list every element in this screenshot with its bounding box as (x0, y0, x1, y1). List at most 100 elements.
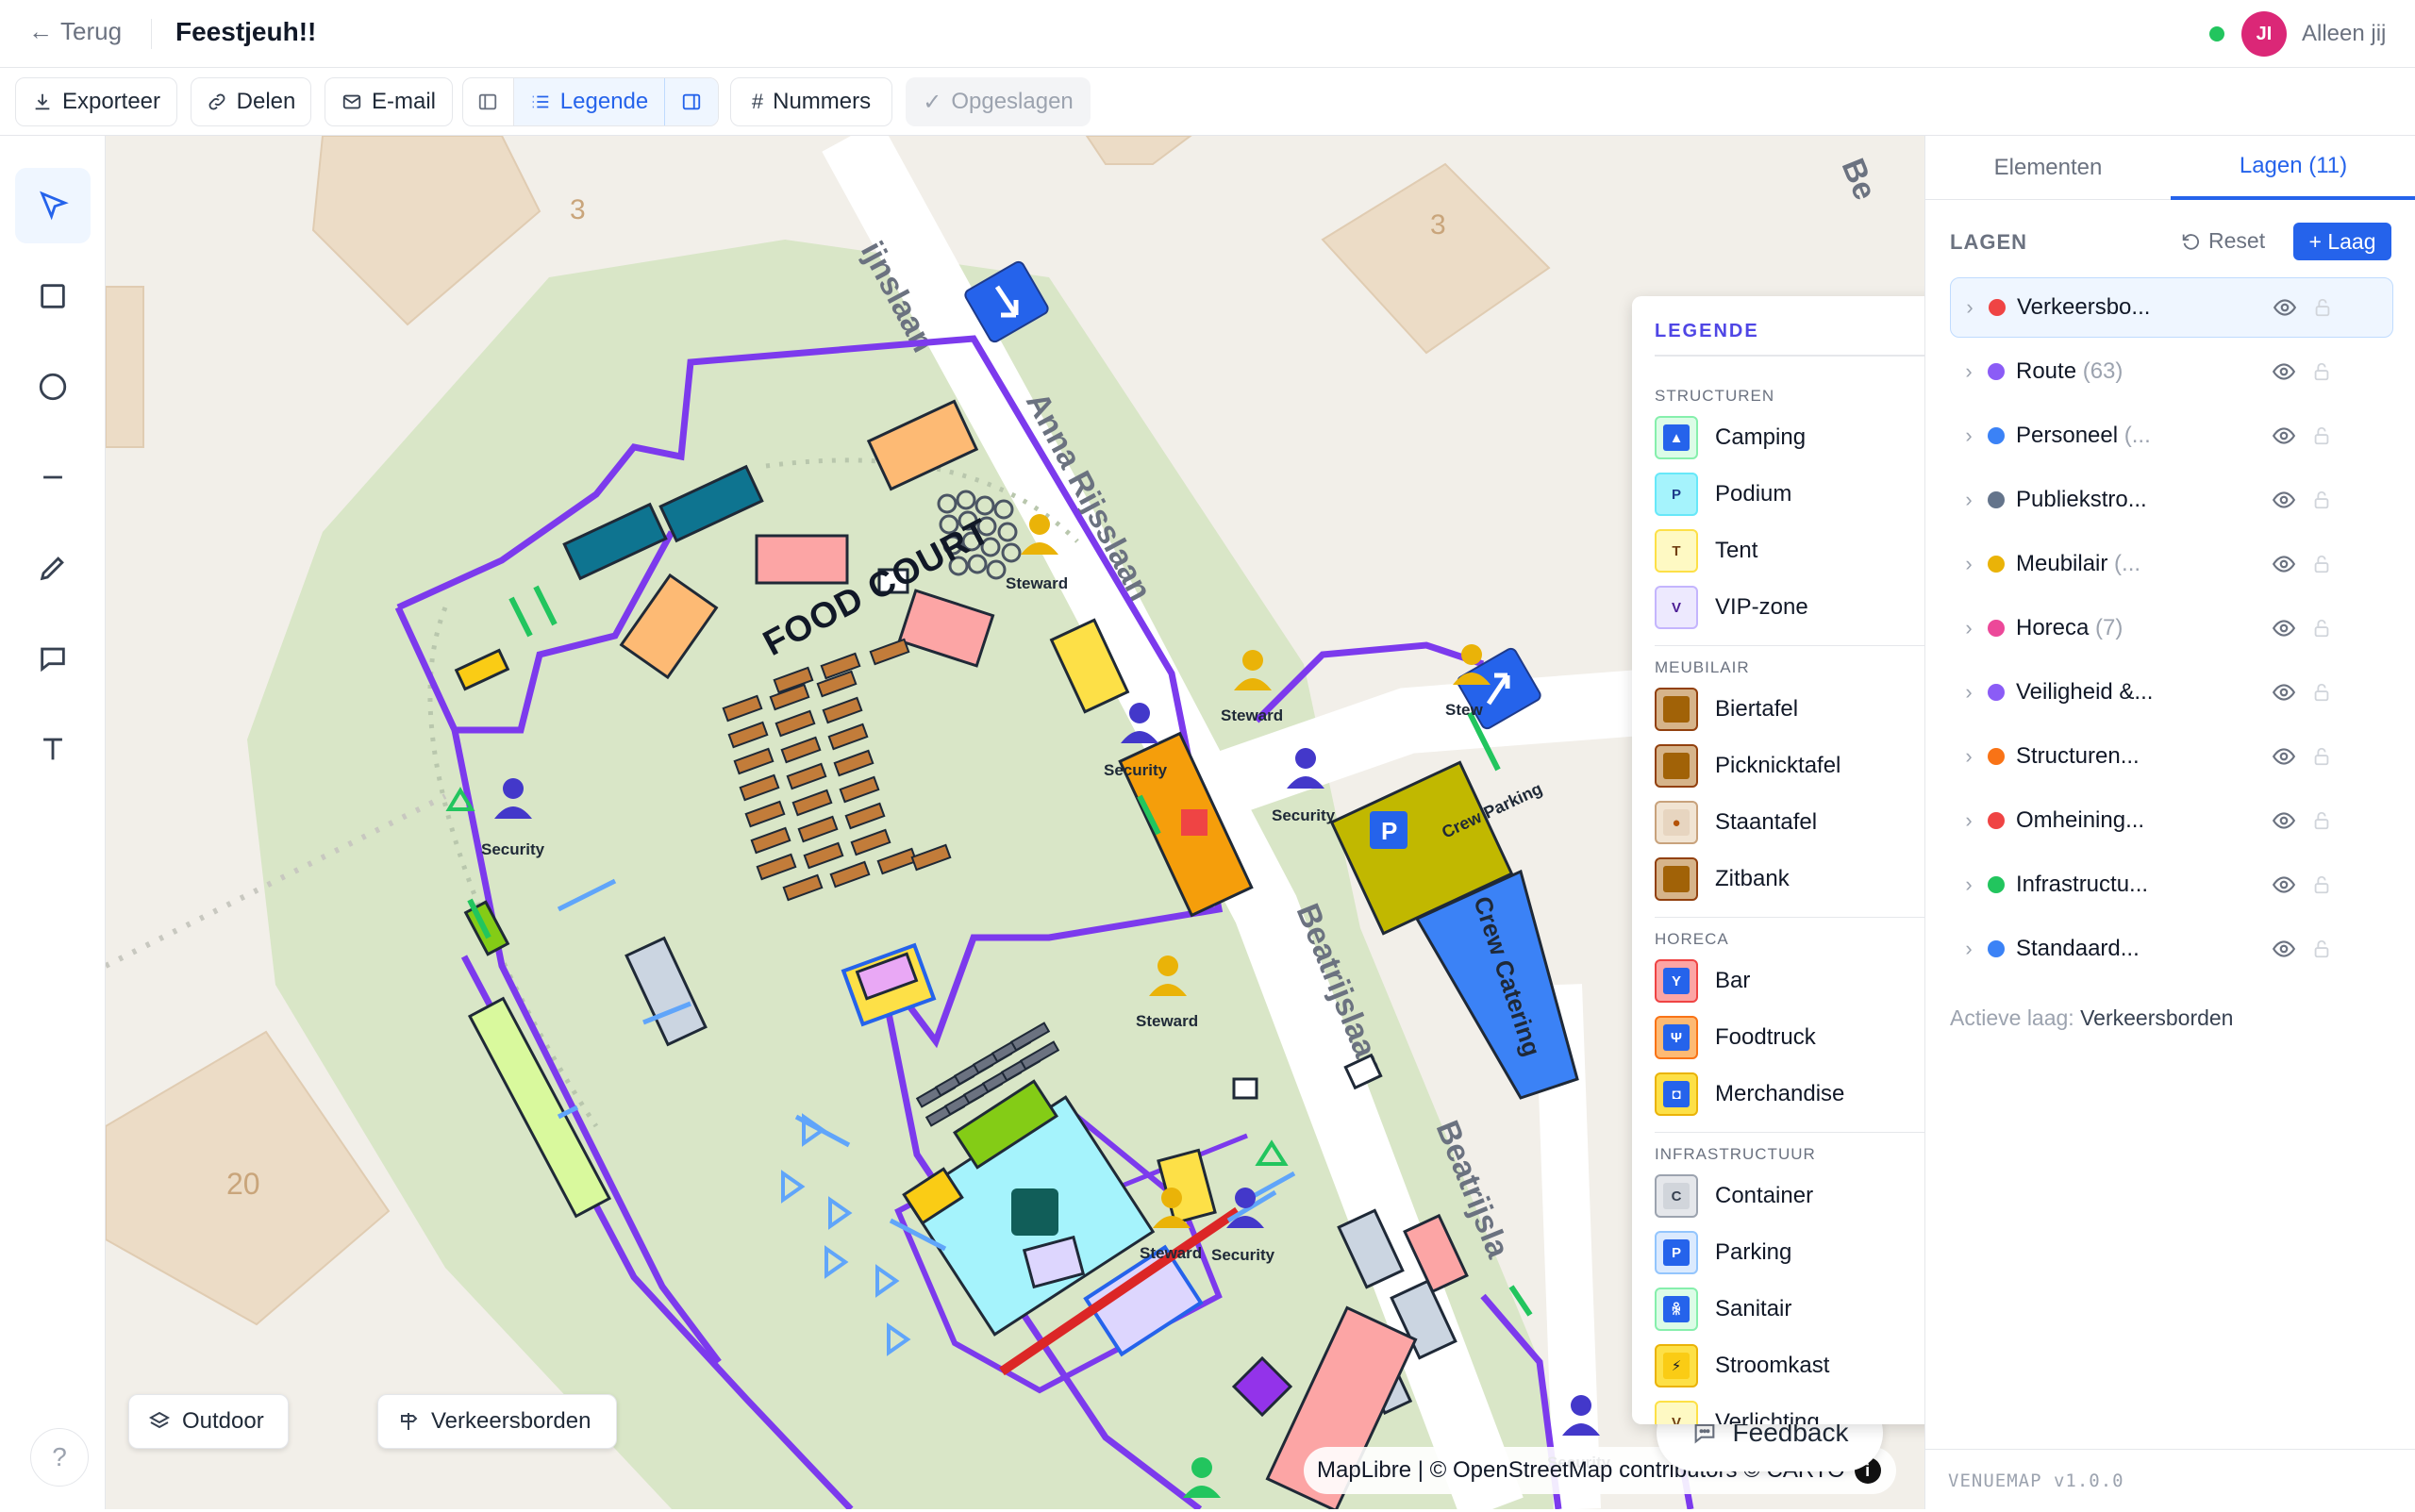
circle-tool-button[interactable] (15, 349, 91, 424)
share-button[interactable]: Delen (191, 77, 311, 126)
layer-row[interactable]: › Personeel (... (1950, 406, 2393, 466)
eye-icon[interactable] (2265, 359, 2303, 384)
legend-item[interactable]: VVIP-zonex2 (1655, 583, 1924, 632)
chevron-right-icon[interactable]: › (1950, 359, 1988, 384)
select-tool-button[interactable] (15, 168, 91, 243)
legend-item[interactable]: P Podium (1655, 470, 1924, 519)
eye-icon[interactable] (2265, 937, 2303, 961)
eye-icon[interactable] (2265, 616, 2303, 640)
layer-row[interactable]: › Verkeersbo... (1950, 277, 2393, 338)
building (1321, 162, 1551, 355)
presence-label: Alleen jij (2302, 21, 2387, 46)
legend-swatch-icon: T (1655, 529, 1698, 573)
container[interactable] (1232, 1077, 1258, 1100)
reset-button[interactable]: Reset (2180, 228, 2265, 254)
bar[interactable] (755, 534, 849, 585)
layer-row[interactable]: › Standaard... (1950, 919, 2393, 979)
layer-name: Verkeersbo... (2017, 294, 2266, 321)
export-button[interactable]: Exporteer (15, 77, 177, 126)
layer-name-text: Publiekstro... (2016, 487, 2147, 512)
layer-row[interactable]: › Publiekstro... (1950, 470, 2393, 530)
layer-row[interactable]: › Route (63) (1950, 341, 2393, 402)
traffic-signs-label: Verkeersborden (431, 1408, 591, 1434)
legend-item[interactable]: Picknicktafelx12 (1655, 741, 1924, 790)
legend-item[interactable]: ꆜSanitairx2 (1655, 1285, 1924, 1334)
avatar[interactable]: JI (2241, 11, 2287, 57)
text-tool-button[interactable] (15, 711, 91, 787)
chevron-right-icon[interactable]: › (1950, 616, 1988, 640)
legend-item[interactable]: CContainerx7 (1655, 1171, 1924, 1221)
legend-item[interactable]: Zitbankx15 (1655, 855, 1924, 904)
chevron-right-icon[interactable]: › (1950, 872, 1988, 897)
legend-item[interactable]: ▲ Camping (1655, 413, 1924, 462)
tab-layers[interactable]: Lagen (11) (2171, 136, 2415, 200)
layer-row[interactable]: › Horeca (7) (1950, 598, 2393, 658)
legend-item[interactable]: PParkingx2 (1655, 1228, 1924, 1277)
chevron-right-icon[interactable]: › (1950, 424, 1988, 448)
chevron-right-icon[interactable]: › (1950, 680, 1988, 705)
chevron-right-icon[interactable]: › (1950, 808, 1988, 833)
line-tool-button[interactable] (15, 440, 91, 515)
legend-item[interactable]: Biertafelx6 (1655, 685, 1924, 734)
lock-icon[interactable] (2303, 682, 2340, 703)
email-button[interactable]: E-mail (325, 77, 453, 126)
layer-row[interactable]: › Veiligheid &... (1950, 662, 2393, 723)
layer-color-dot (1988, 491, 2005, 508)
eye-icon[interactable] (2265, 488, 2303, 512)
map-canvas[interactable]: 3 3 20 ijnslaan Anna Rijsslaan Beatrijsl… (106, 136, 1924, 1509)
lock-icon[interactable] (2303, 810, 2340, 831)
chevron-right-icon[interactable]: › (1950, 488, 1988, 512)
legend-item[interactable]: ΨFoodtruckx3 (1655, 1013, 1924, 1062)
layer-row[interactable]: › Infrastructu... (1950, 855, 2393, 915)
add-layer-button[interactable]: + Laag (2293, 223, 2391, 260)
layer-row[interactable]: › Omheining... (1950, 790, 2393, 851)
lock-icon[interactable] (2303, 425, 2340, 446)
lock-icon[interactable] (2303, 554, 2340, 574)
eye-icon[interactable] (2265, 552, 2303, 576)
lock-icon[interactable] (2303, 361, 2340, 382)
legend-swatch-icon: ⚡ (1655, 1344, 1698, 1387)
help-button[interactable]: ? (30, 1428, 89, 1487)
layer-color-dot (1988, 427, 2005, 444)
eye-icon[interactable] (2265, 424, 2303, 448)
pencil-tool-button[interactable] (15, 530, 91, 606)
back-button[interactable]: ← Terug (28, 17, 122, 46)
lock-icon[interactable] (2304, 297, 2341, 318)
eye-icon[interactable] (2266, 295, 2304, 320)
numbers-button[interactable]: # Nummers (730, 77, 892, 126)
legend-glyph: ◘ (1663, 1081, 1690, 1107)
legend-toggle-button[interactable]: Legende (513, 78, 666, 125)
lock-icon[interactable] (2303, 874, 2340, 895)
eye-icon[interactable] (2265, 808, 2303, 833)
traffic-signs-button[interactable]: Verkeersborden (377, 1394, 617, 1449)
rectangle-tool-button[interactable] (15, 258, 91, 334)
chevron-right-icon[interactable]: › (1950, 744, 1988, 769)
chevron-right-icon[interactable]: › (1950, 937, 1988, 961)
legend-item[interactable]: ◘ Merchandise (1655, 1070, 1924, 1119)
eye-icon[interactable] (2265, 744, 2303, 769)
legend-panel[interactable]: LEGENDE STRUCTUREN▲CampingPPodiumTTentx5… (1632, 296, 1924, 1424)
toggle-right-sidebar-button[interactable] (665, 78, 718, 125)
layer-row[interactable]: › Meubilair (... (1950, 534, 2393, 594)
lock-icon[interactable] (2303, 746, 2340, 767)
eye-icon[interactable] (2265, 872, 2303, 897)
chevron-right-icon[interactable]: › (1950, 552, 1988, 576)
comment-tool-button[interactable] (15, 621, 91, 696)
legend-swatch-icon (1655, 688, 1698, 731)
legend-item[interactable]: ●Staantafelx16 (1655, 798, 1924, 847)
outdoor-button[interactable]: Outdoor (128, 1394, 289, 1449)
layer-name-text: Infrastructu... (2016, 872, 2149, 897)
legend-item[interactable]: YBarx3 (1655, 956, 1924, 1005)
layer-row[interactable]: › Structuren... (1950, 726, 2393, 787)
lock-icon[interactable] (2303, 490, 2340, 510)
lock-icon[interactable] (2303, 618, 2340, 639)
legend-item[interactable]: TTentx5 (1655, 526, 1924, 575)
toggle-left-sidebar-button[interactable] (463, 78, 514, 125)
legend-item[interactable]: VVerlichtingx6 (1655, 1398, 1924, 1424)
chevron-right-icon[interactable]: › (1951, 295, 1989, 320)
eye-icon[interactable] (2265, 680, 2303, 705)
lock-icon[interactable] (2303, 939, 2340, 959)
legend-item-label: Container (1715, 1183, 1814, 1208)
legend-item[interactable]: ⚡Stroomkastx4 (1655, 1341, 1924, 1390)
tab-elements[interactable]: Elementen (1925, 136, 2171, 200)
